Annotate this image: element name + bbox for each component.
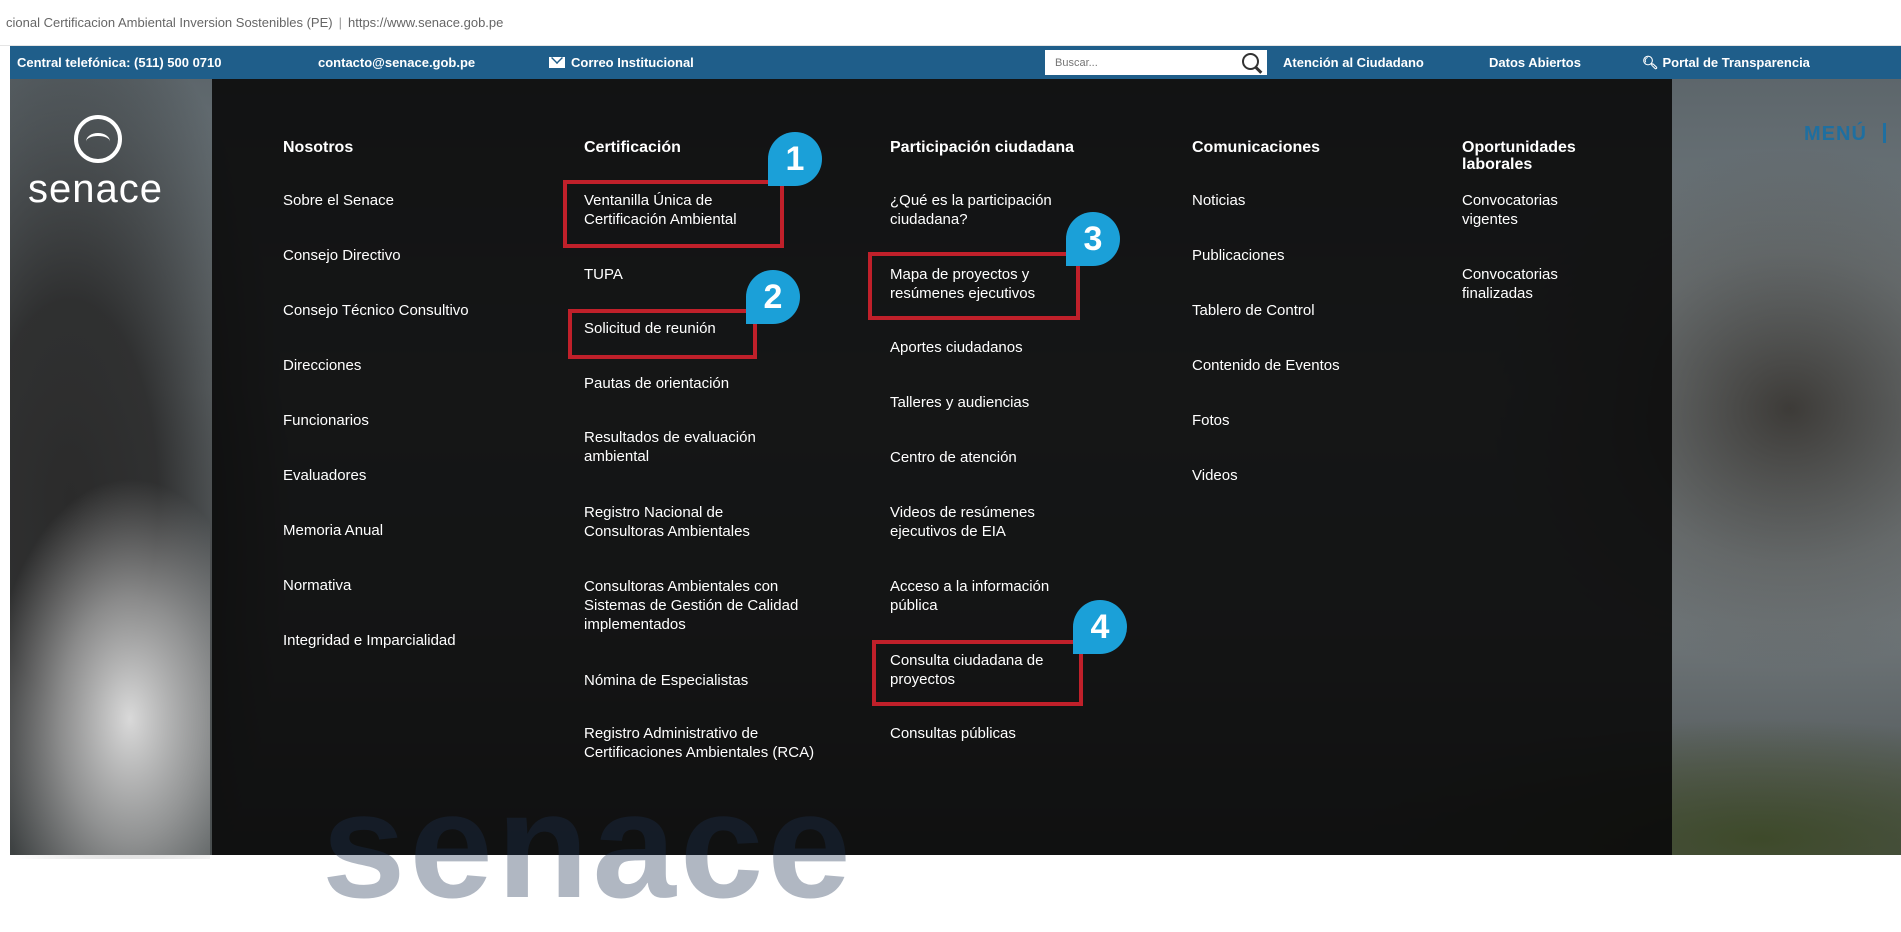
menu-item-consultas-publicas[interactable]: Consultas públicas <box>890 724 1140 743</box>
menu-toggle[interactable]: MENÚ <box>1804 123 1886 146</box>
menu-item-publicaciones[interactable]: Publicaciones <box>1192 246 1442 265</box>
menu-item-funcionarios[interactable]: Funcionarios <box>283 411 533 430</box>
menu-item-consejo-directivo[interactable]: Consejo Directivo <box>283 246 533 265</box>
menu-item-integridad[interactable]: Integridad e Imparcialidad <box>283 631 533 650</box>
logo-text: senace <box>28 167 163 211</box>
callout-badge-2: 2 <box>746 270 800 324</box>
highlight-box-3 <box>868 252 1080 320</box>
citizen-service-link[interactable]: Atención al Ciudadano <box>1283 46 1424 79</box>
menu-divider <box>1882 123 1886 143</box>
column-title-comunicaciones: Comunicaciones <box>1192 139 1321 156</box>
menu-column-comunicaciones: Comunicaciones Noticias Publicaciones Ta… <box>1192 139 1452 484</box>
institutional-mail-link[interactable]: Correo Institucional <box>549 46 694 79</box>
menu-item-memoria-anual[interactable]: Memoria Anual <box>283 521 533 540</box>
menu-column-oportunidades: Oportunidades laborales Convocatorias vi… <box>1462 139 1612 302</box>
institutional-mail-label: Correo Institucional <box>571 55 694 70</box>
menu-item-convocatorias-finalizadas[interactable]: Convocatorias finalizadas <box>1462 265 1592 303</box>
menu-label: MENÚ <box>1804 123 1867 145</box>
callout-badge-3: 3 <box>1066 212 1120 266</box>
callout-badge-4: 4 <box>1073 600 1127 654</box>
highlight-box-4 <box>872 640 1083 706</box>
browser-title-bar: cional Certificacion Ambiental Inversion… <box>0 0 1901 46</box>
menu-item-registro-nacional[interactable]: Registro Nacional de Consultoras Ambient… <box>584 503 794 541</box>
menu-item-videos-resumenes[interactable]: Videos de resúmenes ejecutivos de EIA <box>890 503 1080 541</box>
menu-item-normativa[interactable]: Normativa <box>283 576 533 595</box>
highlight-box-2 <box>568 309 757 359</box>
menu-item-sobre-senace[interactable]: Sobre el Senace <box>283 191 533 210</box>
menu-item-convocatorias-vigentes[interactable]: Convocatorias vigentes <box>1462 191 1592 229</box>
menu-item-pautas[interactable]: Pautas de orientación <box>584 374 834 393</box>
transparency-link[interactable]: 🔍︎ Portal de Transparencia <box>1642 46 1810 79</box>
contact-email-link[interactable]: contacto@senace.gob.pe <box>318 46 475 79</box>
search-box <box>1045 50 1267 75</box>
column-title-nosotros: Nosotros <box>283 139 354 156</box>
callout-badge-1: 1 <box>768 132 822 186</box>
menu-item-resultados[interactable]: Resultados de evaluación ambiental <box>584 428 794 466</box>
menu-item-direcciones[interactable]: Direcciones <box>283 356 533 375</box>
title-separator: | <box>338 15 342 30</box>
menu-item-registro-rca[interactable]: Registro Administrativo de Certificacion… <box>584 724 819 762</box>
mail-icon <box>549 57 565 68</box>
mega-menu: senace Nosotros Sobre el Senace Consejo … <box>212 79 1672 929</box>
menu-item-centro-atencion[interactable]: Centro de atención <box>890 448 1140 467</box>
menu-column-participacion: Participación ciudadana ¿Qué es la parti… <box>890 139 1150 742</box>
menu-item-nomina[interactable]: Nómina de Especialistas <box>584 671 834 690</box>
menu-item-tablero[interactable]: Tablero de Control <box>1192 301 1442 320</box>
search-input[interactable] <box>1045 50 1237 75</box>
menu-item-evaluadores[interactable]: Evaluadores <box>283 466 533 485</box>
menu-item-tupa[interactable]: TUPA <box>584 265 834 284</box>
menu-item-videos[interactable]: Videos <box>1192 466 1442 485</box>
highlight-box-1 <box>563 180 784 248</box>
logo-mark-icon <box>74 115 122 163</box>
browser-tab-title: cional Certificacion Ambiental Inversion… <box>6 15 333 30</box>
browser-url[interactable]: https://www.senace.gob.pe <box>348 15 503 30</box>
menu-item-aportes[interactable]: Aportes ciudadanos <box>890 338 1140 357</box>
top-utility-bar: Central telefónica: (511) 500 0710 conta… <box>10 46 1901 79</box>
menu-item-acceso-info[interactable]: Acceso a la información pública <box>890 577 1090 615</box>
open-data-link[interactable]: Datos Abiertos <box>1489 46 1581 79</box>
search-small-icon: 🔍︎ <box>1642 54 1659 70</box>
menu-item-consejo-tecnico[interactable]: Consejo Técnico Consultivo <box>283 301 533 320</box>
menu-item-talleres[interactable]: Talleres y audiencias <box>890 393 1140 412</box>
phone-text: Central telefónica: (511) 500 0710 <box>17 55 222 70</box>
column-title-participacion: Participación ciudadana <box>890 139 1075 156</box>
transparency-label: Portal de Transparencia <box>1662 55 1810 70</box>
menu-item-contenido-eventos[interactable]: Contenido de Eventos <box>1192 356 1442 375</box>
senace-logo[interactable]: senace <box>26 115 196 215</box>
hero-light-area <box>10 459 210 859</box>
ghost-logo-text: senace <box>322 761 855 929</box>
menu-column-nosotros: Nosotros Sobre el Senace Consejo Directi… <box>283 139 543 649</box>
column-title-oportunidades: Oportunidades laborales <box>1462 139 1576 173</box>
menu-item-consultoras-calidad[interactable]: Consultoras Ambientales con Sistemas de … <box>584 577 829 634</box>
menu-item-noticias[interactable]: Noticias <box>1192 191 1442 210</box>
search-icon[interactable] <box>1242 53 1259 70</box>
menu-item-fotos[interactable]: Fotos <box>1192 411 1442 430</box>
